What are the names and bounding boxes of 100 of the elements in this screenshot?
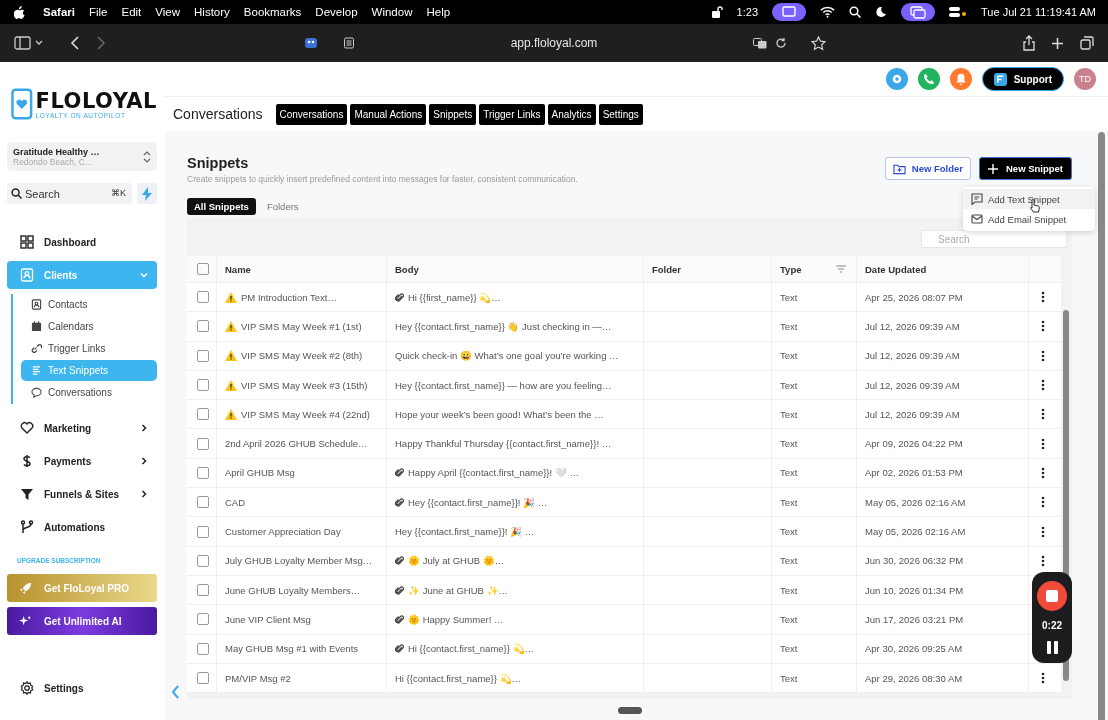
more-icon[interactable] <box>1041 349 1045 362</box>
nav-item[interactable]: Marketing <box>7 414 157 442</box>
page-scrollbar[interactable] <box>1098 132 1105 720</box>
select-all-checkbox[interactable] <box>197 263 209 275</box>
menu-item[interactable]: View <box>155 6 181 18</box>
date-updated: Apr 25, 2026 08:07 PM <box>865 291 963 303</box>
more-icon[interactable] <box>1041 672 1045 684</box>
timer-text: 1:23 <box>736 6 759 18</box>
row-checkbox[interactable] <box>197 408 209 421</box>
new-snippet-button[interactable]: New Snippet <box>979 157 1072 180</box>
share-icon[interactable] <box>1023 35 1035 51</box>
menu-item[interactable]: Add Text Snippet <box>963 189 1095 209</box>
settings-link[interactable]: Settings <box>7 674 157 702</box>
nav-item[interactable]: Dashboard <box>7 228 157 256</box>
view-tab[interactable]: All Snippets <box>187 198 256 215</box>
sidebar-toggle-icon[interactable] <box>14 36 44 50</box>
bookmark-star-icon[interactable] <box>811 35 826 51</box>
row-checkbox[interactable] <box>197 672 209 684</box>
upgrade-button[interactable]: Get Unlimited AI <box>7 607 157 635</box>
row-checkbox[interactable] <box>197 320 209 333</box>
more-icon[interactable] <box>1041 525 1045 538</box>
support-button[interactable]: Support <box>981 67 1064 91</box>
nav-subitem[interactable]: Conversations <box>21 382 157 403</box>
address-bar[interactable]: app.floloyal.com <box>335 30 795 56</box>
apple-icon[interactable] <box>14 5 25 19</box>
view-tab[interactable]: Folders <box>259 198 306 215</box>
stop-recording-button[interactable] <box>1037 580 1067 611</box>
heart-icon <box>20 421 34 435</box>
row-checkbox[interactable] <box>197 496 209 509</box>
nav-subitem[interactable]: Trigger Links <box>21 338 157 359</box>
nav-item[interactable]: Funnels & Sites <box>7 480 157 508</box>
header-tab[interactable]: Conversations <box>275 103 348 125</box>
menu-item[interactable]: Add Email Snippet <box>963 209 1095 229</box>
more-icon[interactable] <box>1041 496 1045 509</box>
control-center-icon[interactable] <box>949 6 968 18</box>
menu-item[interactable]: File <box>88 6 108 18</box>
header-tab[interactable]: Manual Actions <box>350 103 427 125</box>
menu-item[interactable]: Develop <box>315 6 358 18</box>
extension-icon[interactable] <box>303 36 319 50</box>
menu-item[interactable]: History <box>194 6 230 18</box>
reader-icon[interactable] <box>343 37 355 49</box>
pause-icon[interactable] <box>1046 641 1058 655</box>
screen-icon[interactable] <box>772 3 807 21</box>
lock-icon[interactable] <box>710 6 723 18</box>
more-icon[interactable] <box>1041 291 1045 304</box>
account-selector[interactable]: Gratitude Healthy … Redondo Beach, C… <box>7 142 157 171</box>
nav-subitem[interactable]: Contacts <box>21 294 157 315</box>
tabs-overview-icon[interactable] <box>1080 36 1094 50</box>
more-icon[interactable] <box>1041 379 1045 392</box>
row-checkbox[interactable] <box>197 291 209 304</box>
more-icon[interactable] <box>1041 437 1045 450</box>
more-icon[interactable] <box>1041 408 1045 421</box>
mirroring-icon[interactable] <box>901 3 936 21</box>
search-icon[interactable] <box>849 6 862 18</box>
settings-button[interactable] <box>885 68 908 90</box>
row-checkbox[interactable] <box>197 554 209 567</box>
header-tab[interactable]: Trigger Links <box>479 103 545 125</box>
back-icon[interactable] <box>70 36 80 50</box>
new-tab-icon[interactable] <box>1051 36 1064 50</box>
menu-item[interactable]: Window <box>371 6 413 18</box>
phone-button[interactable] <box>917 68 940 90</box>
menu-item[interactable]: Edit <box>121 6 142 18</box>
new-folder-button[interactable]: New Folder <box>884 157 971 180</box>
notifications-button[interactable] <box>949 68 972 90</box>
row-checkbox[interactable] <box>197 379 209 392</box>
row-checkbox[interactable] <box>197 466 209 479</box>
reload-icon[interactable] <box>775 37 787 49</box>
header-tab[interactable]: Snippets <box>429 103 477 125</box>
more-icon[interactable] <box>1041 554 1045 567</box>
row-checkbox[interactable] <box>197 437 209 450</box>
snippet-type: Text <box>780 438 798 450</box>
row-checkbox[interactable] <box>197 525 209 538</box>
translate-icon[interactable] <box>753 37 767 49</box>
column-header: Name <box>225 263 251 275</box>
snippet-name: June GHUB Loyalty Members… <box>225 584 361 596</box>
header-tab[interactable]: Analytics <box>547 103 596 125</box>
horizontal-scrollbar[interactable] <box>617 707 642 714</box>
menu-item[interactable]: Bookmarks <box>243 6 302 18</box>
nav-item[interactable]: Automations <box>7 513 157 541</box>
menu-item[interactable]: Help <box>426 6 451 18</box>
more-icon[interactable] <box>1041 466 1045 479</box>
snippet-name: Customer Appreciation Day <box>225 526 341 537</box>
row-checkbox[interactable] <box>197 613 209 626</box>
snippet-name: April GHUB Msg <box>225 467 295 479</box>
clock-text: Tue Jul 21 11:19:41 AM <box>981 6 1096 18</box>
message-icon <box>971 193 983 205</box>
table-search-field[interactable]: Search <box>921 230 1067 248</box>
snippet-body: Hi {{contact.first_name}} 💫… <box>408 643 535 655</box>
snippet-type: Text <box>780 350 798 362</box>
app-menu[interactable]: Safari <box>43 6 75 18</box>
row-checkbox[interactable] <box>197 642 209 655</box>
header-tab[interactable]: Settings <box>598 103 643 125</box>
forward-icon[interactable] <box>96 36 106 50</box>
wifi-icon[interactable] <box>820 6 836 18</box>
moon-icon[interactable] <box>875 6 888 18</box>
more-icon[interactable] <box>1041 320 1045 333</box>
nav-subitem[interactable]: Calendars <box>21 316 157 337</box>
row-checkbox[interactable] <box>197 584 209 597</box>
row-checkbox[interactable] <box>197 349 209 362</box>
nav-item[interactable]: Payments <box>7 447 157 475</box>
